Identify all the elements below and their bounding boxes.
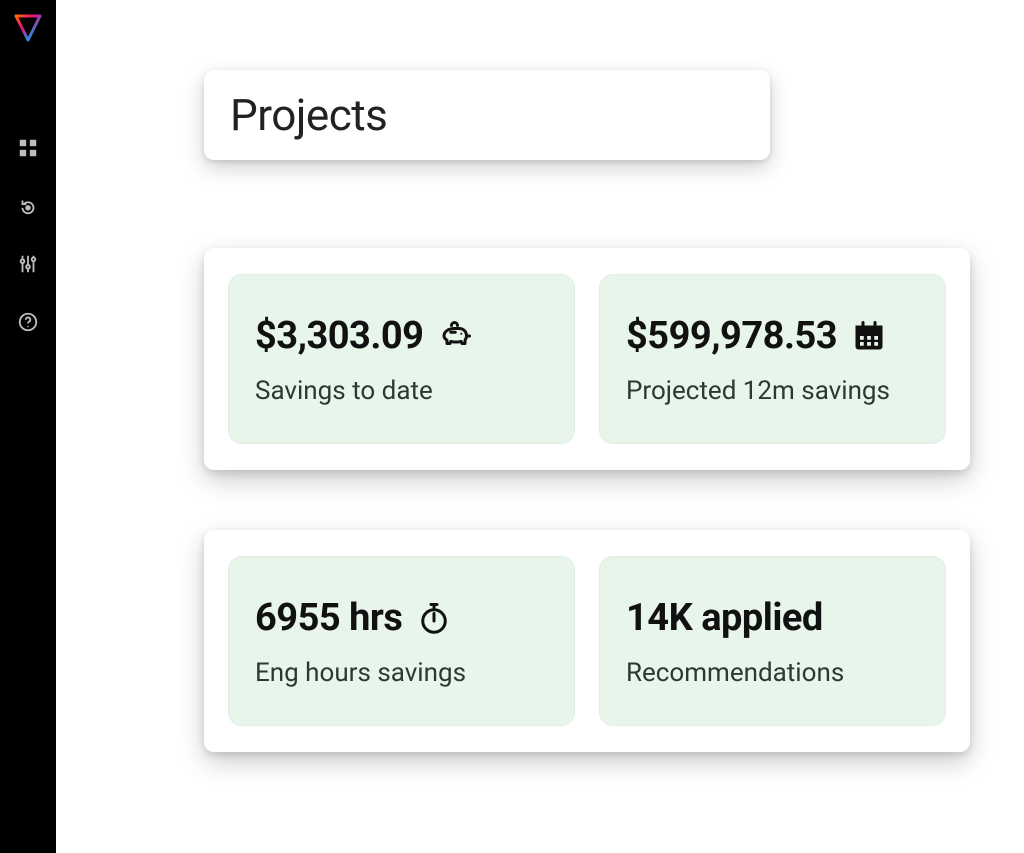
app-root: Projects $3,303.09 Savi: [0, 0, 1024, 853]
app-logo[interactable]: [12, 12, 44, 44]
help-icon: [17, 311, 39, 337]
nav-dashboard[interactable]: [16, 138, 40, 162]
stat-label: Savings to date: [255, 376, 548, 406]
stat-value: $3,303.09: [255, 314, 424, 358]
page-title-card: Projects: [204, 70, 770, 160]
stat-value-row: $599,978.53: [626, 314, 919, 358]
stats-panel-1: $3,303.09 Savings to date $: [204, 248, 970, 470]
stopwatch-icon: [416, 600, 452, 636]
sidebar-nav: [16, 138, 40, 336]
stat-savings-to-date: $3,303.09 Savings to date: [228, 274, 575, 444]
dashboard-icon: [17, 137, 39, 163]
refresh-cycle-icon: [17, 195, 39, 221]
sidebar: [0, 0, 56, 853]
calendar-icon: [851, 318, 887, 354]
piggy-bank-icon: [438, 318, 474, 354]
stat-value: $599,978.53: [626, 314, 837, 358]
sliders-icon: [17, 253, 39, 279]
stat-value-row: 14K applied: [626, 596, 919, 640]
stat-recommendations: 14K applied Recommendations: [599, 556, 946, 726]
stat-value: 14K applied: [626, 596, 823, 640]
stat-projected-12m: $599,978.53: [599, 274, 946, 444]
stat-value-row: $3,303.09: [255, 314, 548, 358]
stat-eng-hours: 6955 hrs Eng hours savings: [228, 556, 575, 726]
nav-sliders[interactable]: [16, 254, 40, 278]
stat-value: 6955 hrs: [255, 596, 402, 640]
stat-value-row: 6955 hrs: [255, 596, 548, 640]
nav-help[interactable]: [16, 312, 40, 336]
stat-label: Recommendations: [626, 658, 919, 688]
page-title: Projects: [230, 89, 387, 141]
nav-refresh-cycle[interactable]: [16, 196, 40, 220]
stats-panel-2: 6955 hrs Eng hours savings 14K applied: [204, 530, 970, 752]
stat-label: Eng hours savings: [255, 658, 548, 688]
main-content: Projects $3,303.09 Savi: [56, 0, 1024, 853]
stat-label: Projected 12m savings: [626, 376, 919, 406]
